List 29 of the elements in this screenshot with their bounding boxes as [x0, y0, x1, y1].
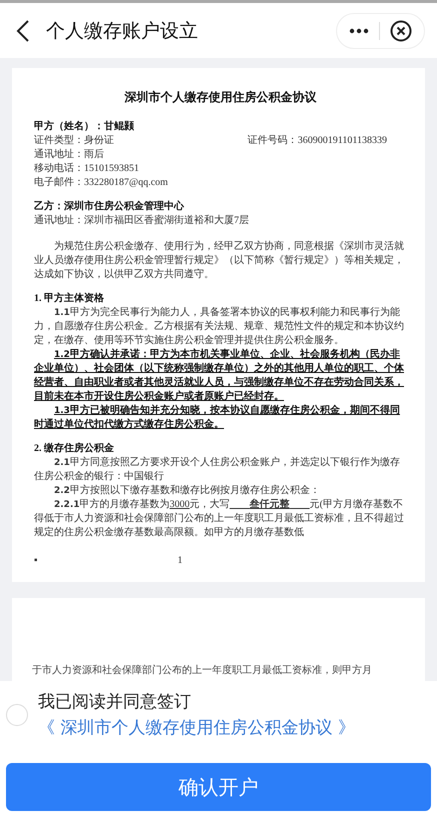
id-number: 证件号码：360900191101138339: [248, 134, 387, 148]
address: 通讯地址：雨后: [34, 148, 105, 162]
id-type: 证件类型：身份证: [34, 134, 114, 148]
clause-paragraph: 2.2甲方按照以下缴存基数和缴存比例按月缴存住房公积金：: [53, 484, 321, 498]
agree-checkbox[interactable]: [6, 704, 28, 726]
party-b-name: 乙方：深圳市住房公积金管理中心: [34, 200, 185, 214]
document-text: 于市人力资源和社会保障部门公布的上一年度职工月最低工资标准，则甲方月: [32, 664, 372, 677]
document-title: 深圳市个人缴存使用住房公积金协议: [124, 90, 318, 104]
close-icon[interactable]: [390, 20, 412, 42]
page-mark: ▪: [34, 554, 38, 568]
clause-paragraph: 1.1甲方为完全民事行为能力人，具备签署本协议的民事权利能力和民事行为能力，自愿缴存住房公积金。乙方根据有关法规、规章、规范性文件的规定和本协议约定，在缴存、使用等环节实施住房公积金管理并提供住房公积金服务。: [34, 306, 405, 348]
confirm-button[interactable]: 确认开户: [6, 763, 431, 811]
back-icon[interactable]: [16, 18, 30, 42]
agree-label: 我已阅读并同意签订: [38, 691, 191, 714]
clause-paragraph: 2.2.1甲方的月缴存基数为3000元，大写 叁仟元整 元(甲方月缴存基数不得低于市人力资源和社会保障部门公布的上一年度职工月最低工资标准，且不得超过规定的住房公积金缴存基数最高限额。如甲方的月缴存基数低: [34, 498, 405, 540]
phone: 移动电话：15101593851: [34, 162, 140, 176]
party-a-name: 甲方（姓名）：甘鲲颢: [34, 120, 135, 134]
more-icon[interactable]: [349, 28, 369, 34]
section-heading: 2. 缴存住房公积金: [34, 442, 115, 456]
address: 通讯地址：深圳市福田区香蜜湖街道裕和大厦7层: [34, 214, 250, 228]
agreement-link[interactable]: 《 深圳市个人缴存使用住房公积金协议 》: [38, 715, 355, 741]
clause-paragraph: 1.2甲方确认并承诺：甲方为本市机关事业单位、企业、社会服务机构（民办非企业单位）、社会团体（以下统称强制缴存单位）之外的其他用人单位的职工、个体经营者、自由职业者或者其他灵活就业人员，与强制缴存单位不存在劳动合同关系，目前未在本市开设住房公积金账户或者原账户已经封存。: [34, 348, 405, 404]
page-number: 1: [178, 554, 183, 568]
clause-paragraph: 2.1甲方同意按照乙方要求开设个人住房公积金账户，并选定以下银行作为缴存住房公积金的银行：中国银行: [34, 456, 401, 484]
section-heading: 1. 甲方主体资格: [34, 292, 105, 306]
clause-paragraph: 1.3甲方已被明确告知并充分知晓，按本协议自愿缴存住房公积金，期间不得同时通过单位代扣代缴方式缴存住房公积金。: [34, 404, 401, 432]
email: 电子邮件：332280187@qq.com: [34, 176, 169, 190]
preamble-paragraph: 为规范住房公积金缴存、使用行为，经甲乙双方协商，同意根据《深圳市灵活就业人员缴存使用住房公积金管理暂行规定》（以下简称《暂行规定》）等相关规定，达成如下协议，以供甲乙双方共同遵守。: [34, 240, 405, 282]
page-title: 个人缴存账户设立: [46, 18, 199, 44]
